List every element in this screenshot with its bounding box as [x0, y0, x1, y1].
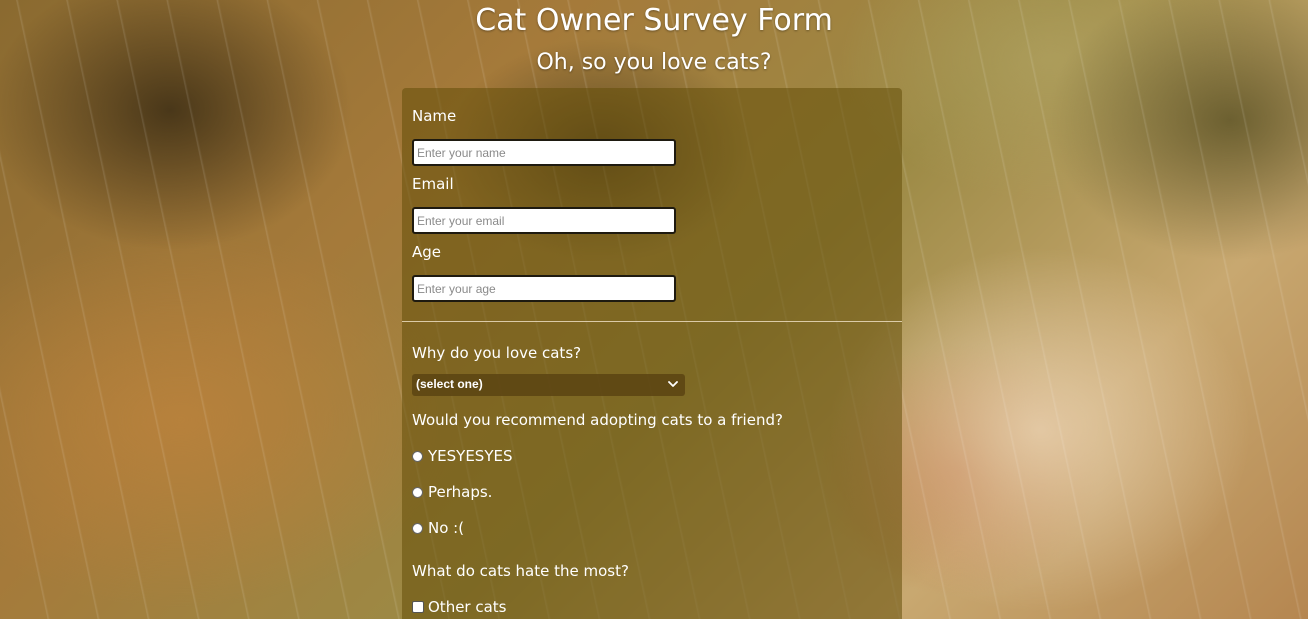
section-divider [402, 321, 902, 322]
name-input[interactable] [412, 139, 676, 166]
page-subtitle: Oh, so you love cats? [536, 50, 772, 75]
page-title: Cat Owner Survey Form [475, 3, 833, 38]
why-love-selected-value: (select one) [416, 377, 483, 391]
radio-button[interactable] [412, 522, 423, 534]
email-label: Email [412, 175, 454, 193]
page-header: Cat Owner Survey Form Oh, so you love ca… [0, 0, 1308, 78]
checkbox-label: Other cats [428, 598, 507, 616]
radio-button[interactable] [412, 486, 423, 498]
radio-label: No :( [428, 519, 465, 537]
checkbox-option-other-cats[interactable]: Other cats [412, 597, 507, 617]
survey-form: Name Email Age Why do you love cats? (se… [402, 88, 902, 619]
radio-option-perhaps[interactable]: Perhaps. [412, 482, 492, 502]
why-love-select[interactable]: (select one) [412, 374, 685, 396]
radio-option-yes[interactable]: YESYESYES [412, 446, 513, 466]
name-label: Name [412, 107, 457, 125]
email-input[interactable] [412, 207, 676, 234]
radio-button[interactable] [412, 450, 423, 462]
radio-label: YESYESYES [428, 447, 513, 465]
recommend-label: Would you recommend adopting cats to a f… [412, 411, 783, 429]
radio-option-no[interactable]: No :( [412, 518, 464, 538]
radio-label: Perhaps. [428, 483, 493, 501]
age-input[interactable] [412, 275, 676, 302]
hate-label: What do cats hate the most? [412, 562, 629, 580]
chevron-down-icon [668, 381, 678, 387]
why-love-label: Why do you love cats? [412, 344, 582, 362]
age-label: Age [412, 243, 442, 261]
checkbox[interactable] [412, 601, 424, 613]
